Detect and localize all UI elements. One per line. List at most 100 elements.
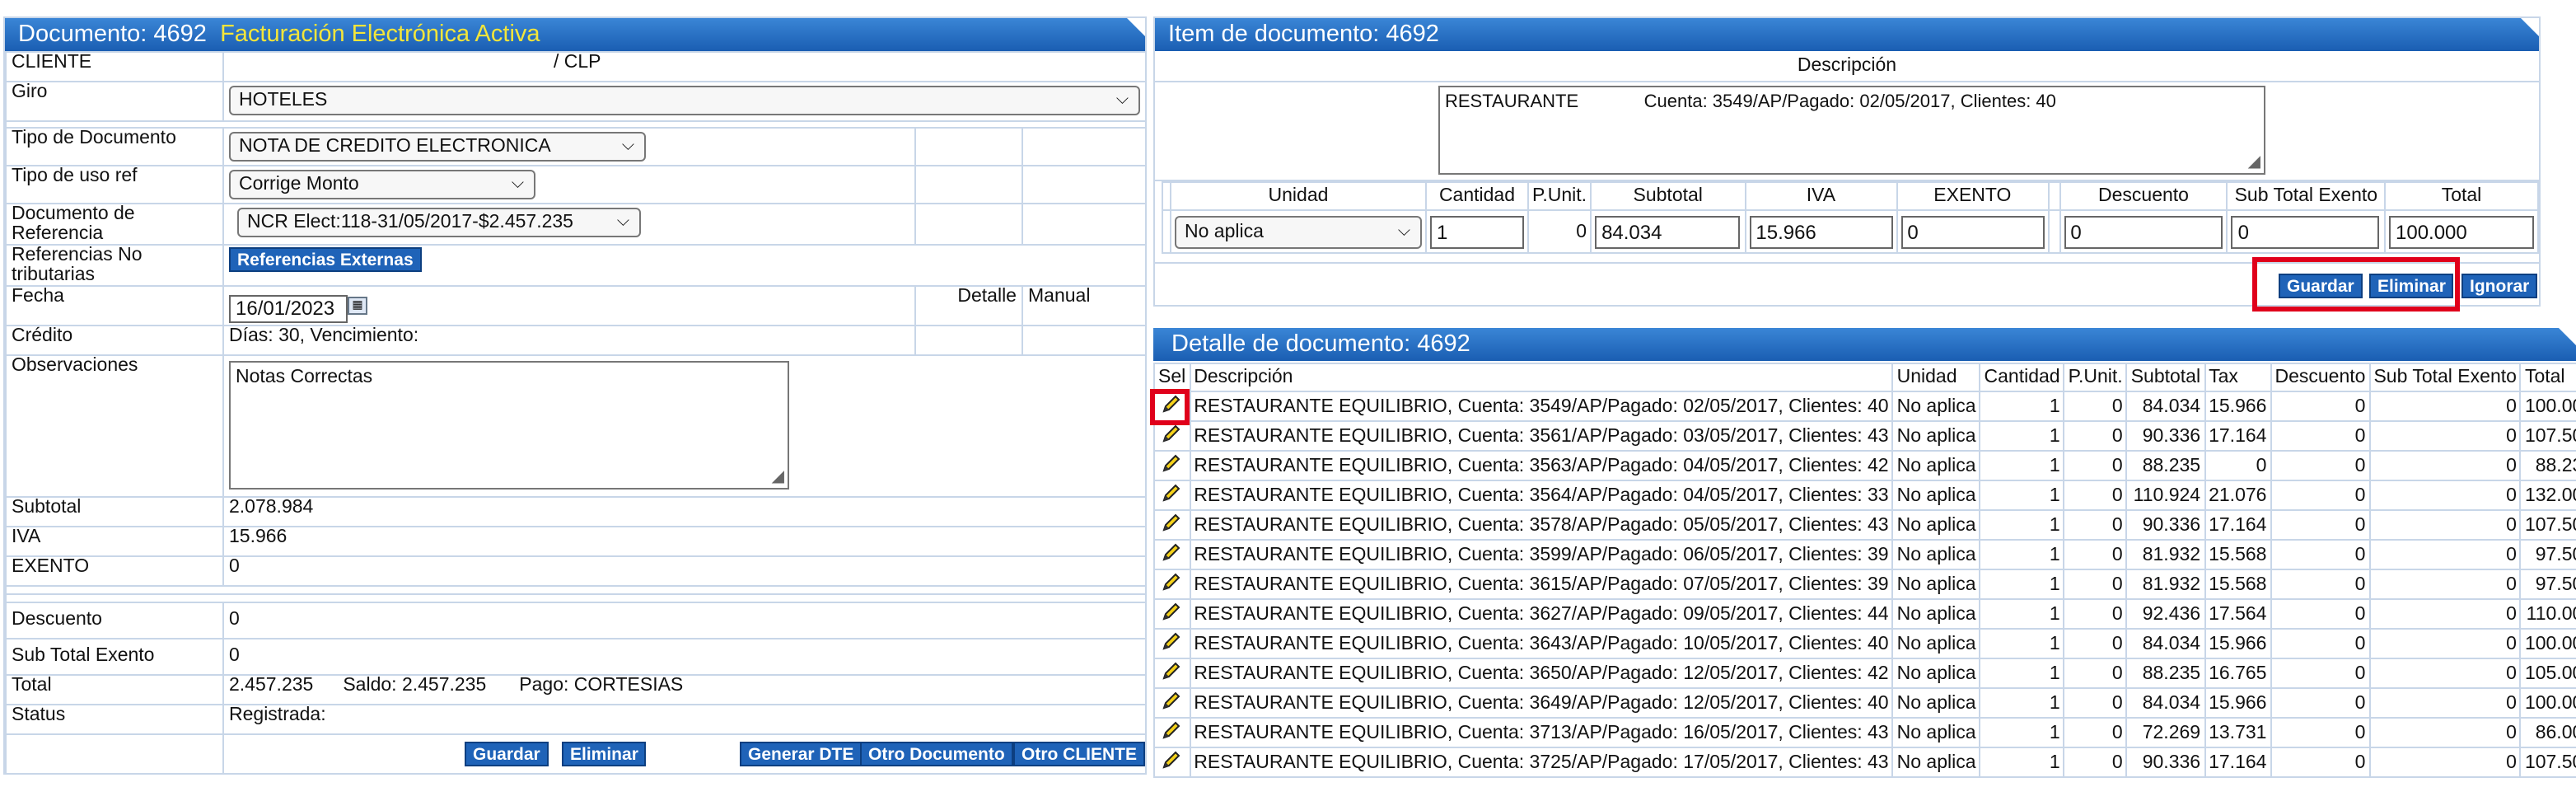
sub-total-exento-input[interactable]: 0 [2231, 215, 2380, 248]
row-descripcion: RESTAURANTE EQUILIBRIO, Cuenta: 3725/AP/… [1189, 747, 1894, 778]
chevron-down-icon: ⌵ [616, 213, 629, 231]
row-subtotal: 72.269 [2125, 717, 2206, 748]
row-total: 105.000 [2519, 658, 2576, 689]
row-descuento: 0 [2270, 450, 2371, 481]
edit-pencil-icon[interactable] [1153, 658, 1191, 689]
row-subtotal: 88.235 [2125, 658, 2206, 689]
row-descripcion: RESTAURANTE EQUILIBRIO, Cuenta: 3650/AP/… [1189, 658, 1894, 689]
item-fields-table: Unidad Cantidad P.Unit. Subtotal IVA EXE… [1162, 181, 2539, 254]
document-panel-header: Documento: 4692 Facturación Electrónica … [5, 18, 1145, 51]
row-descripcion: RESTAURANTE EQUILIBRIO, Cuenta: 3649/AP/… [1189, 687, 1894, 719]
resize-handle-icon[interactable]: ◢ [2248, 153, 2260, 171]
edit-pencil-icon[interactable] [1153, 480, 1191, 511]
row-punit: 0 [2063, 687, 2128, 719]
row-punit: 0 [2063, 598, 2128, 630]
edit-pencil-icon[interactable] [1153, 569, 1191, 600]
eliminar-button[interactable]: Eliminar [562, 742, 647, 766]
row-total: 97.500 [2519, 539, 2576, 570]
iva-value: 15.966 [222, 526, 1147, 557]
edit-pencil-icon[interactable] [1153, 450, 1191, 481]
row-tax: 15.966 [2204, 391, 2272, 422]
referencias-externas-button[interactable]: Referencias Externas [229, 247, 422, 272]
edit-pencil-icon[interactable] [1153, 539, 1191, 570]
unidad-select[interactable]: No aplica ⌵ [1175, 215, 1422, 248]
edit-pencil-icon[interactable] [1153, 687, 1191, 719]
doc-ref-label: Documento de Referencia [5, 203, 224, 246]
tipo-documento-select[interactable]: NOTA DE CREDITO ELECTRONICA ⌵ [229, 132, 646, 162]
row-cantidad: 1 [1979, 509, 2065, 541]
edit-pencil-icon[interactable] [1153, 628, 1191, 659]
row-punit: 0 [2063, 509, 2128, 541]
resize-handle-icon[interactable]: ◢ [772, 468, 784, 486]
row-descripcion: RESTAURANTE EQUILIBRIO, Cuenta: 3615/AP/… [1189, 569, 1894, 600]
edit-pencil-icon[interactable] [1153, 747, 1191, 778]
giro-label: Giro [5, 81, 224, 122]
row-tax: 16.765 [2204, 658, 2272, 689]
fecha-input[interactable]: 16/01/2023 [229, 295, 348, 323]
row-punit: 0 [2063, 539, 2128, 570]
row-cantidad: 1 [1979, 628, 2065, 659]
item-ignorar-button[interactable]: Ignorar [2461, 274, 2538, 298]
calendar-icon[interactable]: ▦ [348, 297, 367, 315]
row-descripcion: RESTAURANTE EQUILIBRIO, Cuenta: 3643/AP/… [1189, 628, 1894, 659]
row-descuento: 0 [2270, 509, 2371, 541]
unidad-header: Unidad [1170, 181, 1427, 211]
descuento-header: Descuento [2270, 363, 2371, 392]
descuento-input[interactable]: 0 [2064, 215, 2223, 248]
row-subtotal: 81.932 [2125, 569, 2206, 600]
row-sub-total-exento: 0 [2368, 747, 2522, 778]
observaciones-textarea[interactable]: Notas Correctas ◢ [229, 361, 789, 490]
guardar-button[interactable]: Guardar [465, 742, 549, 766]
row-tax: 17.564 [2204, 598, 2272, 630]
table-row: RESTAURANTE EQUILIBRIO, Cuenta: 3650/AP/… [1153, 658, 2576, 689]
row-sub-total-exento: 0 [2368, 569, 2522, 600]
cantidad-header: Cantidad [1425, 181, 1529, 211]
row-punit: 0 [2063, 420, 2128, 452]
row-unidad: No aplica [1891, 420, 1981, 452]
edit-pencil-icon[interactable] [1153, 598, 1191, 630]
row-unidad: No aplica [1891, 539, 1981, 570]
row-tax: 0 [2204, 450, 2272, 481]
row-total: 132.000 [2519, 480, 2576, 511]
generar-dte-button[interactable]: Generar DTE [740, 742, 863, 766]
row-descripcion: RESTAURANTE EQUILIBRIO, Cuenta: 3563/AP/… [1189, 450, 1894, 481]
edit-pencil-icon[interactable] [1153, 420, 1191, 452]
total-input[interactable]: 100.000 [2389, 215, 2534, 248]
row-sub-total-exento: 0 [2368, 598, 2522, 630]
doc-referencia-select[interactable]: NCR Elect:118-31/05/2017-$2.457.235 ⌵ [237, 208, 641, 237]
subtotal-input[interactable]: 84.034 [1595, 215, 1741, 248]
tipo-doc-label: Tipo de Documento [5, 127, 224, 166]
subtotal-header: Subtotal [1590, 181, 1746, 211]
row-descuento: 0 [2270, 747, 2371, 778]
row-total: 100.000 [2519, 628, 2576, 659]
cantidad-input[interactable]: 1 [1430, 215, 1524, 248]
row-sub-total-exento: 0 [2368, 658, 2522, 689]
otro-cliente-button[interactable]: Otro CLIENTE [1013, 742, 1145, 766]
row-total: 97.500 [2519, 569, 2576, 600]
einvoice-status: Facturación Electrónica Activa [220, 21, 540, 48]
row-descripcion: RESTAURANTE EQUILIBRIO, Cuenta: 3713/AP/… [1189, 717, 1894, 748]
row-sub-total-exento: 0 [2368, 480, 2522, 511]
row-subtotal: 84.034 [2125, 687, 2206, 719]
tipo-uso-select[interactable]: Corrige Monto ⌵ [229, 170, 535, 199]
row-unidad: No aplica [1891, 717, 1981, 748]
edit-pencil-icon[interactable] [1153, 509, 1191, 541]
row-unidad: No aplica [1891, 687, 1981, 719]
edit-pencil-icon[interactable] [1153, 717, 1191, 748]
item-descripcion-textarea[interactable]: RESTAURANTE Cuenta: 3549/AP/Pagado: 02/0… [1438, 86, 2265, 175]
row-total: 100.000 [2519, 391, 2576, 422]
giro-select[interactable]: HOTELES ⌵ [229, 86, 1140, 115]
total-header: Total [2384, 181, 2539, 211]
descuento-value: 0 [222, 602, 1147, 639]
punit-header: P.Unit. [1526, 181, 1592, 211]
iva-input[interactable]: 15.966 [1749, 215, 1893, 248]
otro-documento-button[interactable]: Otro Documento [860, 742, 1013, 766]
sub-total-exento-header: Sub Total Exento [2368, 363, 2522, 392]
row-subtotal: 90.336 [2125, 509, 2206, 541]
total-header: Total [2519, 363, 2576, 392]
row-unidad: No aplica [1891, 391, 1981, 422]
exento-input[interactable]: 0 [1900, 215, 2045, 248]
iva-label: IVA [5, 526, 224, 557]
total-label: Total [5, 674, 224, 705]
row-total: 88.235 [2519, 450, 2576, 481]
